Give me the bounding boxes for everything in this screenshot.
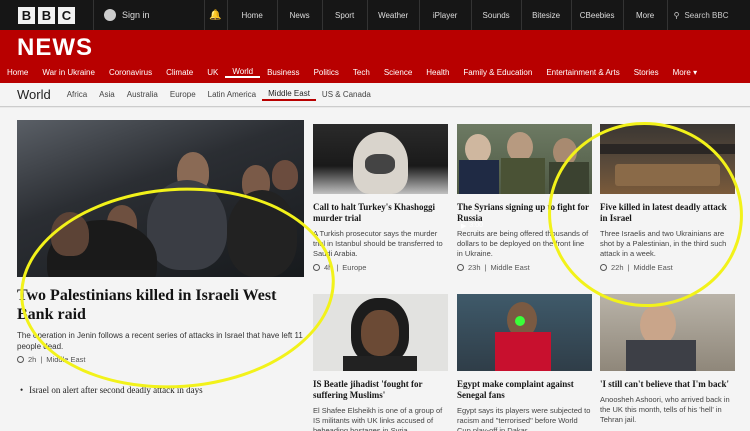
related-story-title: Israel on alert after second deadly atta… [29, 385, 203, 395]
story-card[interactable]: IS Beatle jihadist 'fought for suffering… [313, 294, 448, 431]
news-nav-climate[interactable]: Climate [159, 68, 200, 77]
divider: | [40, 355, 43, 364]
story-image [313, 124, 448, 194]
story-summary: Anoosheh Ashoori, who arrived back in th… [600, 395, 730, 424]
signin-link[interactable]: Sign in [93, 0, 180, 30]
hero-image[interactable] [17, 120, 304, 277]
story-meta: 4h | Europe [313, 263, 448, 272]
story-summary: A Turkish prosecutor says the murder tri… [313, 229, 443, 258]
story-title: Five killed in latest deadly attack in I… [600, 202, 727, 223]
top-nav-news[interactable]: News [278, 0, 323, 30]
news-banner: NEWS Home War in Ukraine Coronavirus Cli… [0, 30, 750, 83]
user-icon [104, 9, 116, 21]
story-summary: Three Israelis and two Ukrainians are sh… [600, 229, 727, 258]
story-time: 22h [611, 263, 624, 272]
search-placeholder: Search BBC [684, 10, 729, 20]
hero-meta: 2h | Middle East [17, 355, 85, 364]
news-nav-war-in-ukraine[interactable]: War in Ukraine [35, 68, 102, 77]
main-content: Two Palestinians killed in Israeli West … [0, 108, 750, 431]
top-nav-more[interactable]: More [624, 0, 668, 30]
story-summary: Egypt says its players were subjected to… [457, 406, 591, 431]
subnav-asia[interactable]: Asia [93, 90, 121, 99]
story-tag[interactable]: Middle East [633, 263, 672, 272]
story-time: 4h [324, 263, 333, 272]
story-meta: 22h | Middle East [600, 263, 735, 272]
subnav-us-canada[interactable]: US & Canada [316, 90, 377, 99]
play-badge[interactable]: ▶ 3:00 [461, 182, 483, 269]
news-nav-politics[interactable]: Politics [307, 68, 346, 77]
news-nav-coronavirus[interactable]: Coronavirus [102, 68, 159, 77]
notifications-bell-icon[interactable]: 🔔 [203, 0, 228, 30]
subnav-latin-america[interactable]: Latin America [202, 90, 262, 99]
bbc-top-bar: B B C Sign in 🔔 Home News Sport Weather … [0, 0, 750, 30]
search-icon: ⚲ [673, 10, 680, 20]
story-image [600, 124, 735, 194]
chevron-down-icon: ▾ [693, 67, 698, 77]
logo-letter: B [18, 6, 35, 24]
news-nav-science[interactable]: Science [377, 68, 419, 77]
top-nav-sounds[interactable]: Sounds [472, 0, 522, 30]
news-nav-business[interactable]: Business [260, 68, 306, 77]
story-title: Egypt make complaint against Senegal fan… [457, 379, 574, 400]
bullet-icon: • [20, 385, 24, 395]
top-nav-bitesize[interactable]: Bitesize [522, 0, 572, 30]
hero-tag[interactable]: Middle East [46, 355, 85, 364]
story-card[interactable]: Egypt make complaint against Senegal fan… [457, 294, 592, 431]
divider: | [627, 263, 630, 272]
story-tag[interactable]: Middle East [490, 263, 529, 272]
top-nav-home[interactable]: Home [228, 0, 278, 30]
news-nav: Home War in Ukraine Coronavirus Climate … [0, 61, 750, 83]
top-nav: Home News Sport Weather iPlayer Sounds B… [228, 0, 668, 30]
story-card[interactable]: Five killed in latest deadly attack in I… [600, 124, 735, 272]
top-nav-sport[interactable]: Sport [323, 0, 368, 30]
story-title: 'I still can't believe that I'm back' [600, 379, 729, 389]
story-image [313, 294, 448, 371]
subnav-australia[interactable]: Australia [121, 90, 164, 99]
logo-letter: B [38, 6, 55, 24]
search-input[interactable]: ⚲ Search BBC [674, 5, 750, 25]
hero-time: 2h [28, 355, 37, 364]
top-nav-cbeebies[interactable]: CBeebies [572, 0, 624, 30]
clock-icon [600, 264, 607, 271]
subnav-europe[interactable]: Europe [164, 90, 202, 99]
news-nav-tech[interactable]: Tech [346, 68, 377, 77]
story-image [600, 294, 735, 371]
news-nav-more-label: More [672, 67, 691, 77]
play-icon: ▶ [461, 222, 467, 230]
news-nav-world[interactable]: World [225, 67, 261, 78]
clock-icon [17, 356, 24, 363]
news-nav-uk[interactable]: UK [200, 68, 225, 77]
story-summary: El Shafee Elsheikh is one of a group of … [313, 406, 443, 431]
signin-label: Sign in [122, 10, 150, 20]
hero-headline[interactable]: Two Palestinians killed in Israeli West … [17, 286, 307, 324]
hero-summary: The operation in Jenin follows a recent … [17, 331, 303, 351]
news-nav-home[interactable]: Home [0, 68, 35, 77]
news-nav-family-education[interactable]: Family & Education [456, 68, 539, 77]
news-nav-stories[interactable]: Stories [627, 68, 666, 77]
world-subnav: World Africa Asia Australia Europe Latin… [0, 83, 750, 107]
divider: | [484, 263, 487, 272]
top-nav-iplayer[interactable]: iPlayer [420, 0, 472, 30]
section-title[interactable]: World [17, 87, 51, 102]
subnav-middle-east[interactable]: Middle East [262, 89, 316, 101]
story-title: IS Beatle jihadist 'fought for suffering… [313, 379, 423, 400]
video-duration: 3:00 [469, 222, 484, 229]
story-card[interactable]: ▶ 3:00 The Syrians signing up to fight f… [457, 124, 592, 272]
news-logo[interactable]: NEWS [17, 34, 93, 62]
news-nav-entertainment-arts[interactable]: Entertainment & Arts [539, 68, 626, 77]
related-story-link[interactable]: • Israel on alert after second deadly at… [20, 385, 203, 395]
story-tag[interactable]: Europe [342, 263, 366, 272]
story-image [457, 294, 592, 371]
subnav-africa[interactable]: Africa [61, 90, 93, 99]
clock-icon [313, 264, 320, 271]
divider: | [336, 263, 339, 272]
top-nav-weather[interactable]: Weather [368, 0, 420, 30]
logo-letter: C [58, 6, 75, 24]
news-nav-health[interactable]: Health [419, 68, 456, 77]
story-title: Call to halt Turkey's Khashoggi murder t… [313, 202, 436, 223]
story-card[interactable]: Call to halt Turkey's Khashoggi murder t… [313, 124, 448, 272]
story-card[interactable]: 'I still can't believe that I'm back' An… [600, 294, 735, 425]
news-nav-more[interactable]: More ▾ [666, 68, 704, 77]
bbc-logo[interactable]: B B C [18, 6, 75, 24]
